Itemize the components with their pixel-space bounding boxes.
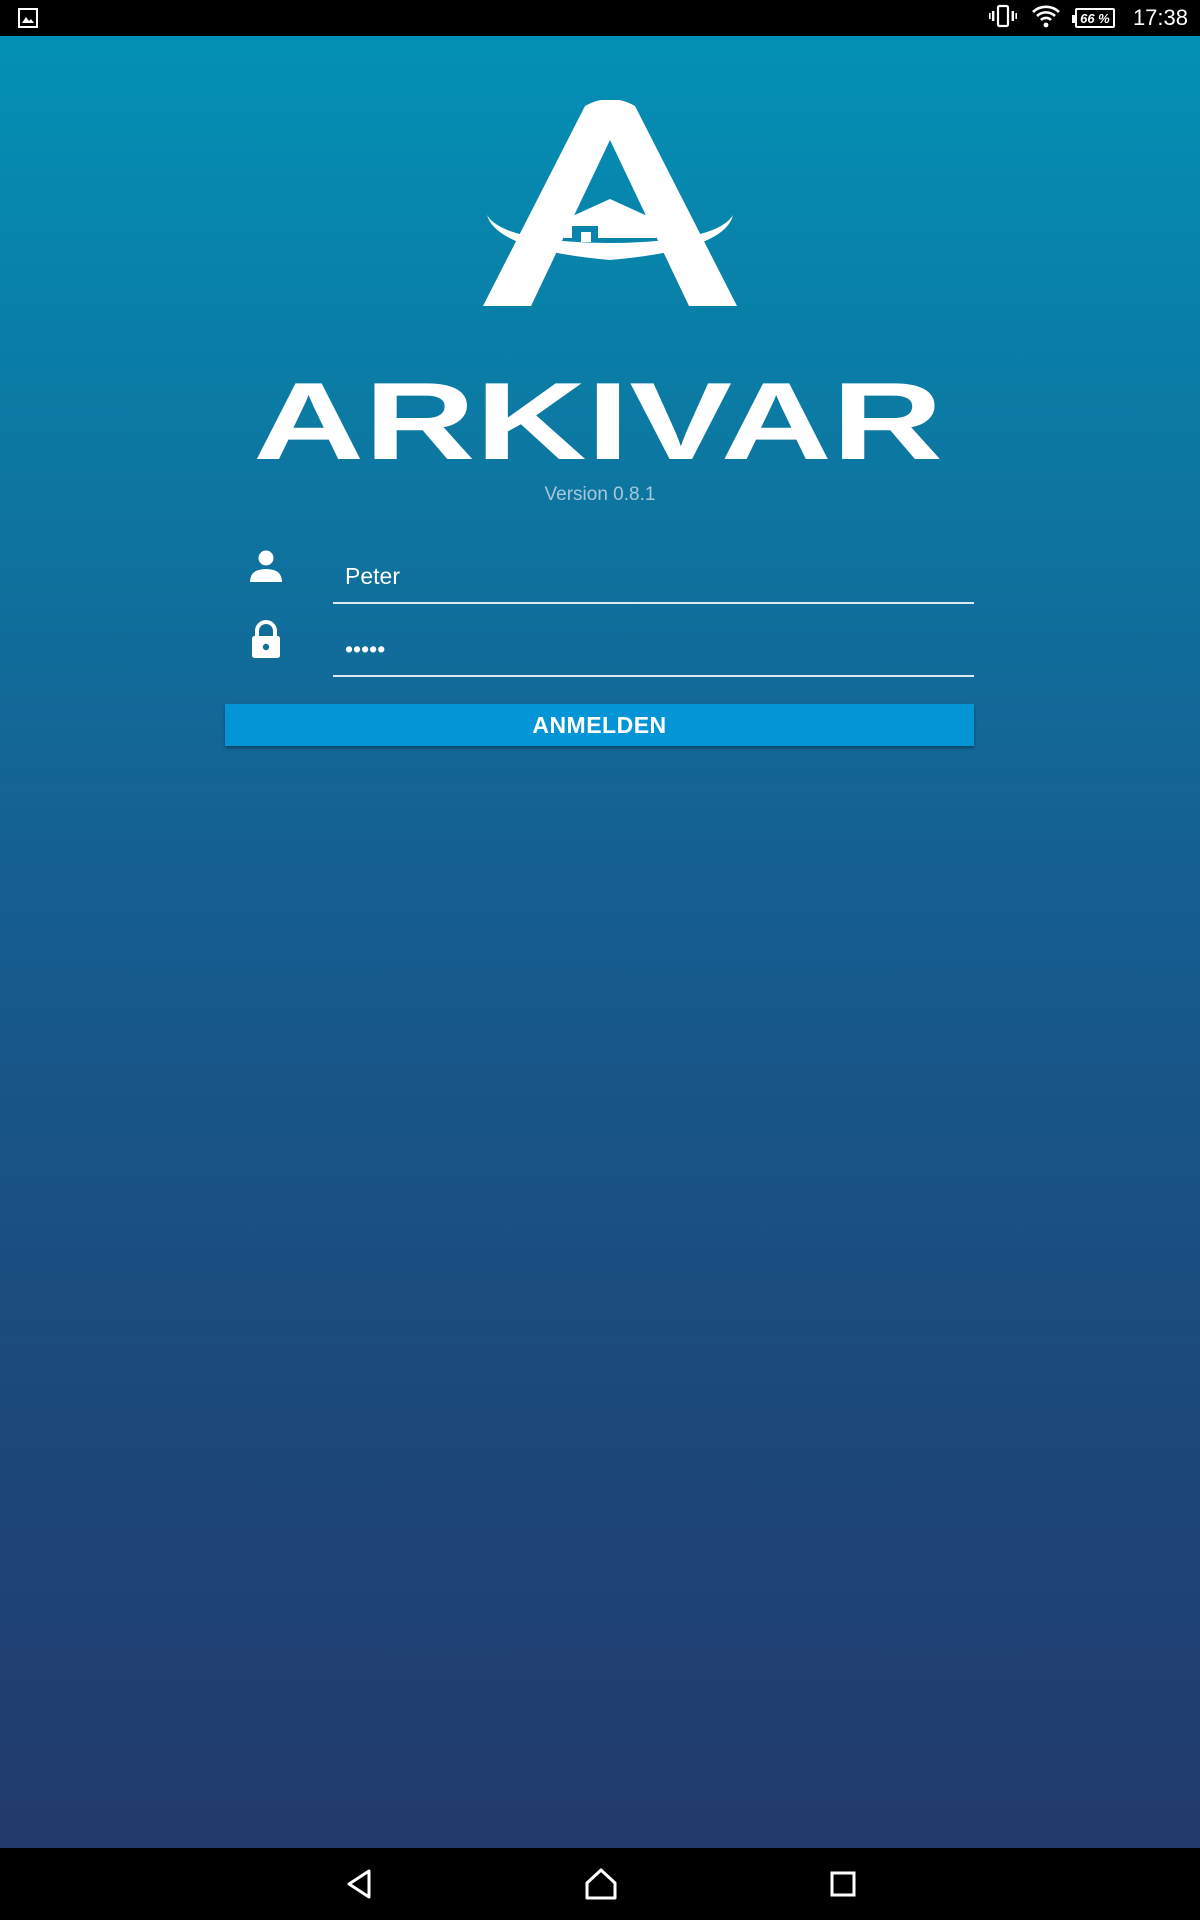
battery-icon: 66 % — [1071, 8, 1115, 28]
clock: 17:38 — [1132, 5, 1188, 30]
lock-icon — [248, 620, 284, 658]
wifi-icon — [1031, 4, 1061, 33]
username-input[interactable] — [345, 556, 955, 596]
status-icons: 66 % 17:38 — [988, 0, 1188, 36]
username-field[interactable] — [333, 546, 974, 604]
navigation-bar — [0, 1848, 1200, 1920]
version-label: Version 0.8.1 — [544, 484, 656, 505]
image-notification-icon — [18, 8, 38, 33]
person-icon — [248, 548, 284, 584]
login-screen: ARKIVAR Version 0.8.1 ANMELDEN — [0, 36, 1200, 1848]
arkivar-logo-icon — [483, 100, 737, 306]
password-field[interactable] — [333, 619, 974, 677]
recents-icon[interactable] — [826, 1866, 862, 1902]
brand-text: ARKIVAR — [253, 373, 943, 483]
battery-percent: 66 % — [1080, 10, 1110, 26]
vibrate-icon — [988, 4, 1017, 33]
status-bar: 66 % 17:38 — [0, 0, 1200, 36]
back-icon[interactable] — [342, 1866, 378, 1902]
home-icon[interactable] — [583, 1866, 619, 1902]
login-button[interactable]: ANMELDEN — [225, 704, 974, 746]
password-input[interactable] — [345, 629, 955, 669]
